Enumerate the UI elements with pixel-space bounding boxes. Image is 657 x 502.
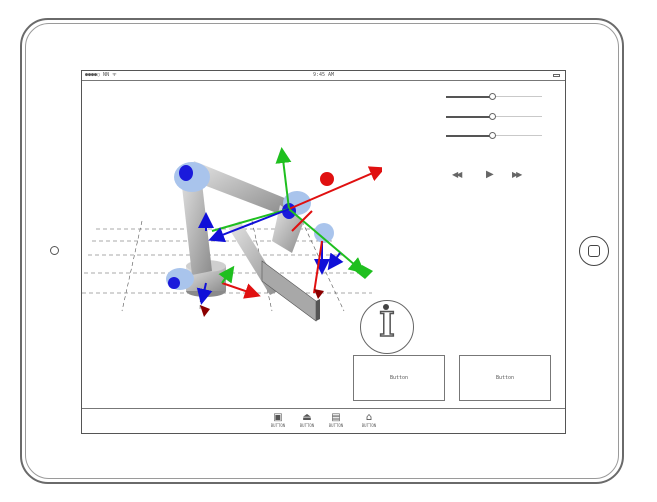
toolbar-camera-button[interactable]: ▣ BUTTON: [266, 412, 290, 428]
camera-icon: ▣: [273, 412, 283, 423]
robot-3d-viewport[interactable]: [82, 81, 382, 341]
document-icon: ▤: [331, 412, 341, 423]
toolbar-label: BUTTON: [361, 423, 377, 428]
battery-icon: [553, 74, 560, 77]
toolbar-home-button[interactable]: ⌂ BUTTON: [357, 412, 381, 428]
info-button[interactable]: I: [360, 300, 414, 354]
fast-forward-button[interactable]: ▶▶: [512, 169, 522, 181]
screen: ●●●●○ NN ᯤ 9:45 AM ◀◀ ▶ ▶▶ I Button Butt…: [81, 70, 566, 434]
toolbar-document-button[interactable]: ▤ BUTTON: [324, 412, 348, 428]
left-action-label: Button: [389, 375, 409, 381]
left-action-button[interactable]: Button: [353, 355, 445, 401]
front-camera: [50, 246, 59, 255]
fast-forward-icon: ▶▶: [512, 170, 522, 179]
robot-icon: ⏏: [302, 412, 312, 423]
slider-1[interactable]: [446, 93, 542, 101]
toolbar-robot-button[interactable]: ⏏ BUTTON: [295, 412, 319, 428]
dark-red-handle: [200, 305, 210, 317]
status-time: 9:45 AM: [312, 72, 335, 78]
robot-arm: [166, 161, 334, 322]
toolbar-label: BUTTON: [299, 423, 315, 428]
status-bar: ●●●●○ NN ᯤ 9:45 AM: [82, 71, 565, 81]
home-button[interactable]: [579, 236, 609, 266]
red-handle: [320, 172, 334, 186]
right-action-button[interactable]: Button: [459, 355, 551, 401]
bottom-toolbar: ▣ BUTTON ⏏ BUTTON ▤ BUTTON ⌂ BUTTON: [82, 408, 565, 433]
info-icon: I: [378, 305, 395, 345]
slider-3-thumb[interactable]: [489, 132, 497, 139]
play-icon: ▶: [486, 169, 494, 180]
home-icon: ⌂: [365, 412, 373, 423]
slider-2[interactable]: [446, 113, 542, 121]
dark-red-handle-2: [314, 289, 324, 299]
rewind-button[interactable]: ◀◀: [452, 169, 462, 181]
slider-1-thumb[interactable]: [489, 93, 497, 100]
slider-2-thumb[interactable]: [489, 113, 497, 120]
toolbar-label: BUTTON: [270, 423, 286, 428]
toolbar-label: BUTTON: [328, 423, 344, 428]
play-button[interactable]: ▶: [486, 169, 494, 181]
slider-3[interactable]: [446, 132, 542, 140]
right-action-label: Button: [495, 375, 515, 381]
rewind-icon: ◀◀: [452, 170, 462, 179]
